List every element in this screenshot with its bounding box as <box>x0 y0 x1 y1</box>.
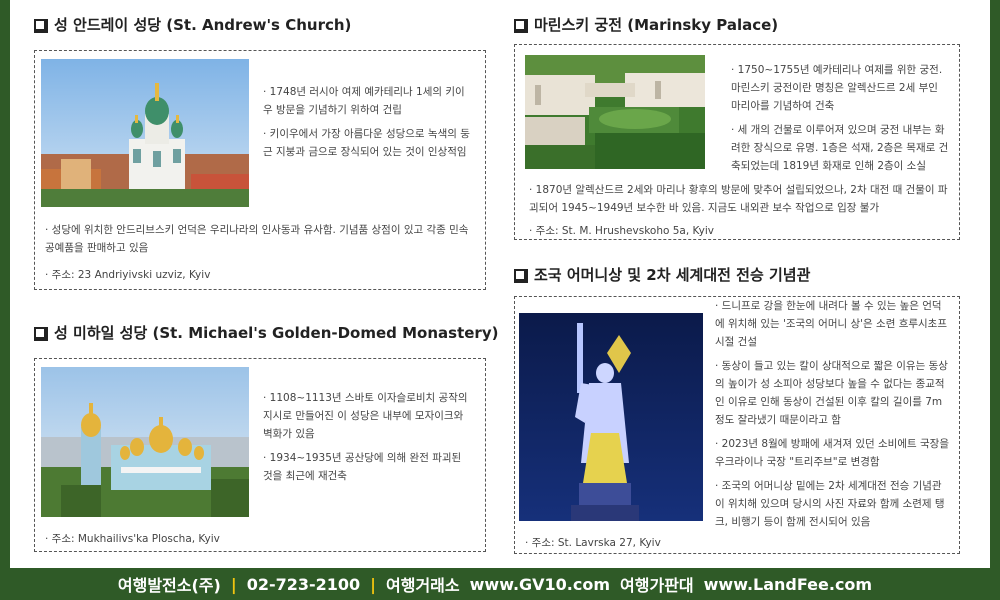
marinsky-palace-photo <box>525 55 705 169</box>
marinsky-box: · 1750~1755년 예카테리나 여제를 위한 궁전. 마린스키 궁전이란 … <box>514 44 960 240</box>
footer-company: 여행발전소(주) <box>117 576 221 595</box>
andrew-church-photo <box>41 59 249 207</box>
andrew-bottom-text: · 성당에 위치한 안드리브스키 언덕은 우리나라의 인사동과 유사함. 기념품… <box>45 224 469 254</box>
checkbox-icon <box>34 18 48 33</box>
motherland-bullet: · 2023년 8월에 방패에 새겨져 있던 소비에트 국장을 우크라이나 국장… <box>715 438 949 468</box>
marinsky-address: · 주소: St. M. Hrushevskoho 5a, Kyiv <box>529 225 715 237</box>
footer-url-2[interactable]: www.LandFee.com <box>704 575 872 594</box>
andrew-box: · 1748년 러시아 여제 예카테리나 1세의 키이우 방문을 기념하기 위하… <box>34 50 486 290</box>
motherland-address: · 주소: St. Lavrska 27, Kyiv <box>525 537 661 549</box>
footer-bar: 여행발전소(주) | 02-723-2100 | 여행거래소 www.GV10.… <box>0 568 1000 600</box>
checkbox-icon <box>514 18 528 33</box>
andrew-title: 성 안드레이 성당 (St. Andrew's Church) <box>54 16 352 34</box>
andrew-address: · 주소: 23 Andriyivski uzviz, Kyiv <box>45 269 211 281</box>
michael-bullet: · 1108~1113년 스바토 이자슬로비치 공작의 지시로 만들어진 이 성… <box>263 392 468 440</box>
marinsky-section-title: 마린스키 궁전 (Marinsky Palace) <box>514 14 778 35</box>
checkbox-icon <box>34 326 48 341</box>
motherland-box: · 드니프로 강을 한눈에 내려다 볼 수 있는 높은 언덕에 위치해 있는 '… <box>514 296 960 554</box>
footer-label-1: 여행거래소 <box>386 576 460 595</box>
andrew-bullets: · 1748년 러시아 여제 예카테리나 1세의 키이우 방문을 기념하기 위하… <box>263 83 473 167</box>
checkbox-icon <box>514 268 528 283</box>
michael-monastery-photo <box>41 367 249 517</box>
michael-title: 성 미하일 성당 (St. Michael's Golden-Domed Mon… <box>54 324 499 342</box>
footer-phone: 02-723-2100 <box>246 574 361 594</box>
footer-separator: | <box>370 574 377 594</box>
michael-section-title: 성 미하일 성당 (St. Michael's Golden-Domed Mon… <box>34 322 498 343</box>
marinsky-title: 마린스키 궁전 (Marinsky Palace) <box>534 16 779 34</box>
motherland-statue-photo <box>519 313 703 521</box>
motherland-bullet: · 드니프로 강을 한눈에 내려다 볼 수 있는 높은 언덕에 위치해 있는 '… <box>715 300 947 348</box>
motherland-bullets: · 드니프로 강을 한눈에 내려다 볼 수 있는 높은 언덕에 위치해 있는 '… <box>715 297 951 537</box>
michael-box: · 1108~1113년 스바토 이자슬로비치 공작의 지시로 만들어진 이 성… <box>34 358 486 552</box>
footer-url-1[interactable]: www.GV10.com <box>470 575 610 594</box>
motherland-section-title: 조국 어머니상 및 2차 세계대전 전승 기념관 <box>514 264 810 285</box>
marinsky-bottom-text: · 1870년 알렉산드르 2세와 마리나 황후의 방문에 맞추어 설립되었으나… <box>529 184 948 214</box>
michael-address: · 주소: Mukhailivs'ka Ploscha, Kyiv <box>45 533 220 545</box>
brochure-page: 성 안드레이 성당 (St. Andrew's Church) · 1748년 … <box>10 0 990 568</box>
motherland-title: 조국 어머니상 및 2차 세계대전 전승 기념관 <box>534 266 811 284</box>
marinsky-bullet: · 1750~1755년 예카테리나 여제를 위한 궁전. 마린스키 궁전이란 … <box>731 64 943 112</box>
marinsky-bullet: · 세 개의 건물로 이루어져 있으며 궁전 내부는 화려한 장식으로 유명. … <box>731 124 949 172</box>
michael-bullet: · 1934~1935년 공산당에 의해 완전 파괴된 것을 최근에 재건축 <box>263 452 462 482</box>
motherland-bullet: · 조국의 어머니상 밑에는 2차 세계대전 전승 기념관이 위치해 있으며 당… <box>715 480 945 528</box>
motherland-bullet: · 동상이 들고 있는 칼이 상대적으로 짧은 이유는 동상의 높이가 성 소피… <box>715 360 948 426</box>
footer-separator: | <box>230 574 237 594</box>
footer-label-2: 여행가판대 <box>620 576 694 595</box>
andrew-section-title: 성 안드레이 성당 (St. Andrew's Church) <box>34 14 351 35</box>
michael-bullets: · 1108~1113년 스바토 이자슬로비치 공작의 지시로 만들어진 이 성… <box>263 389 473 491</box>
marinsky-bullets: · 1750~1755년 예카테리나 여제를 위한 궁전. 마린스키 궁전이란 … <box>731 61 949 181</box>
andrew-bullet: · 키이우에서 가장 아름다운 성당으로 녹색의 둥근 지붕과 금으로 장식되어… <box>263 128 470 158</box>
andrew-bullet: · 1748년 러시아 여제 예카테리나 1세의 키이우 방문을 기념하기 위하… <box>263 86 465 116</box>
